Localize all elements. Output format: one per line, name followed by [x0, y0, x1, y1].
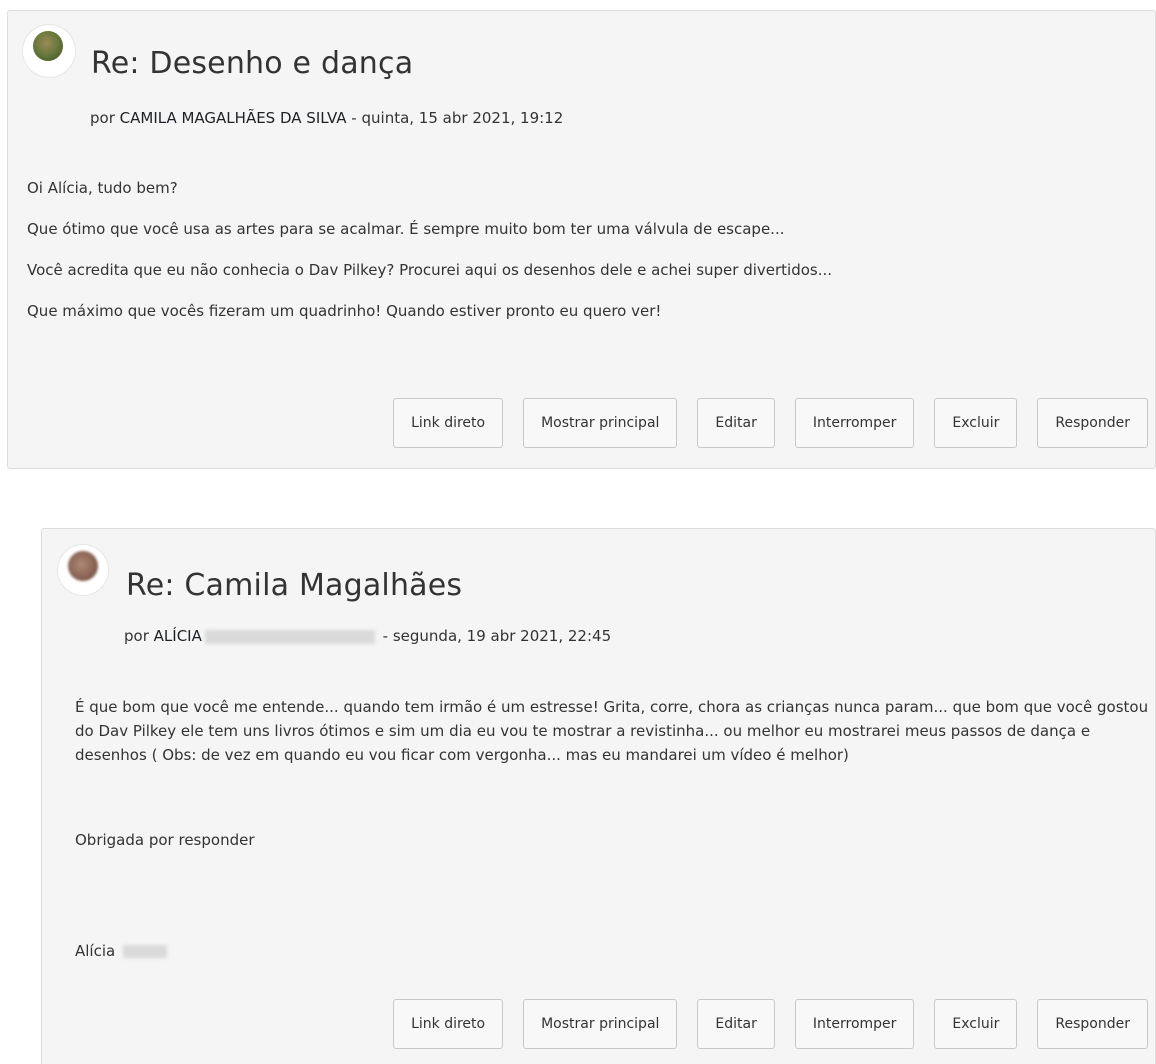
avatar-photo [33, 31, 63, 61]
message-paragraph: É que bom que você me entende... quando … [75, 698, 1149, 764]
forum-post: Re: Desenho e dança por CAMILA MAGALHÃES… [7, 10, 1156, 469]
message-signature: Alícia [75, 942, 170, 960]
message-paragraph: Você acredita que eu não conhecia o Dav … [27, 261, 833, 279]
author-avatar[interactable] [58, 545, 108, 595]
forum-post: Re: Camila Magalhães por ALÍCIA - segund… [41, 528, 1156, 1064]
post-message: Oi Alícia, tudo bem? Que ótimo que você … [27, 177, 1137, 341]
message-paragraph: Obrigada por responder [75, 831, 255, 849]
message-paragraph: Que ótimo que você usa as artes para se … [27, 220, 785, 238]
byline-separator: - [382, 627, 389, 645]
message-paragraph: Oi Alícia, tudo bem? [27, 179, 178, 197]
author-name-link[interactable]: ALÍCIA [154, 627, 202, 645]
permalink-button[interactable]: Link direto [393, 398, 504, 448]
author-avatar[interactable] [23, 25, 75, 77]
post-date: quinta, 15 abr 2021, 19:12 [361, 109, 564, 127]
author-name-link[interactable]: CAMILA MAGALHÃES DA SILVA [120, 109, 347, 127]
signature-name: Alícia [75, 942, 116, 960]
post-byline: por ALÍCIA - segunda, 19 abr 2021, 22:45 [124, 627, 611, 645]
message-paragraph: Que máximo que vocês fizeram um quadrinh… [27, 302, 662, 320]
edit-button[interactable]: Editar [697, 999, 775, 1049]
post-actions: Link direto Mostrar principal Editar Int… [393, 999, 1148, 1049]
show-parent-button[interactable]: Mostrar principal [523, 398, 678, 448]
reply-button[interactable]: Responder [1037, 398, 1148, 448]
avatar-photo [68, 551, 98, 581]
redacted-surname [204, 629, 375, 644]
post-message: É que bom que você me entende... quando … [75, 695, 1150, 960]
byline-prefix: por [124, 627, 149, 645]
byline-prefix: por [90, 109, 115, 127]
split-button[interactable]: Interromper [794, 398, 915, 448]
post-byline: por CAMILA MAGALHÃES DA SILVA - quinta, … [90, 109, 563, 127]
post-subject: Re: Camila Magalhães [126, 568, 463, 603]
show-parent-button[interactable]: Mostrar principal [523, 999, 678, 1049]
post-date: segunda, 19 abr 2021, 22:45 [392, 627, 612, 645]
delete-button[interactable]: Excluir [934, 999, 1018, 1049]
delete-button[interactable]: Excluir [934, 398, 1018, 448]
reply-button[interactable]: Responder [1037, 999, 1148, 1049]
edit-button[interactable]: Editar [697, 398, 775, 448]
permalink-button[interactable]: Link direto [393, 999, 504, 1049]
post-actions: Link direto Mostrar principal Editar Int… [393, 398, 1148, 448]
post-subject: Re: Desenho e dança [91, 46, 414, 81]
split-button[interactable]: Interromper [794, 999, 915, 1049]
redacted-surname [122, 945, 167, 958]
byline-separator: - [351, 109, 357, 127]
